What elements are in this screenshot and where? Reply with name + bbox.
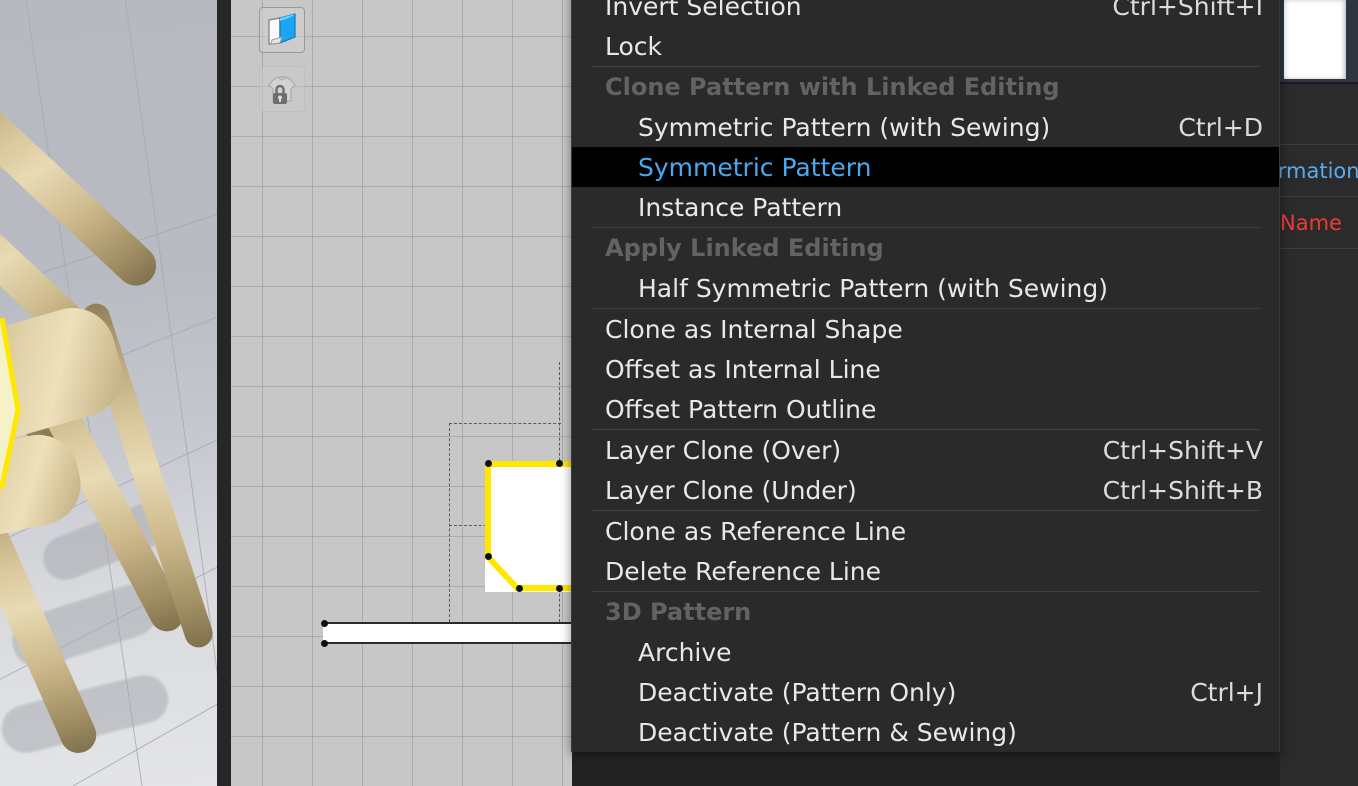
menu-item-label: Clone as Reference Line (605, 516, 907, 546)
2d-pattern-viewport[interactable] (231, 0, 572, 786)
menu-item-clone-as-internal-shape[interactable]: Clone as Internal Shape (572, 309, 1279, 349)
menu-item-label: Offset as Internal Line (605, 354, 881, 384)
selection-bbox-line (449, 423, 561, 424)
menu-item-offset-as-internal-line[interactable]: Offset as Internal Line (572, 349, 1279, 389)
pattern-outline (485, 461, 572, 591)
menu-item-shortcut: Ctrl+J (1190, 677, 1263, 707)
menu-item-label: Layer Clone (Under) (605, 475, 857, 505)
selected-pattern-piece[interactable] (485, 461, 572, 592)
menu-item-archive[interactable]: Archive (572, 632, 1279, 672)
menu-item-clone-as-reference-line[interactable]: Clone as Reference Line (572, 511, 1279, 551)
menu-item-symmetric-pattern[interactable]: Symmetric Pattern (572, 147, 1279, 187)
menu-item-layer-clone-over[interactable]: Layer Clone (Over) Ctrl+Shift+V (572, 430, 1279, 470)
pattern-vertex[interactable] (485, 460, 492, 467)
menu-item-lock[interactable]: Lock (572, 26, 1279, 66)
information-section-label: Information (1280, 158, 1358, 183)
property-list: Information Name (1280, 82, 1358, 786)
pattern-vertex[interactable] (556, 460, 563, 467)
menu-item-invert-selection[interactable]: Invert Selection Ctrl+Shift+I (572, 0, 1279, 26)
toolbar-lock-pattern-button[interactable] (259, 66, 305, 112)
menu-item-shortcut: Ctrl+Shift+B (1102, 475, 1263, 505)
menu-item-label: Layer Clone (Over) (605, 435, 842, 465)
menu-section-header: Apply Linked Editing (605, 234, 884, 262)
pattern-context-menu[interactable]: Invert Selection Ctrl+Shift+I Lock Clone Pa… (571, 0, 1280, 752)
menu-item-offset-pattern-outline[interactable]: Offset Pattern Outline (572, 389, 1279, 429)
menu-section-header: 3D Pattern (605, 598, 752, 626)
menu-item-label: Deactivate (Pattern Only) (638, 677, 957, 707)
selection-bbox-line (449, 423, 450, 627)
menu-item-label: Clone as Internal Shape (605, 314, 903, 344)
strip-pattern-piece[interactable] (323, 622, 572, 644)
property-row-next[interactable] (1280, 248, 1358, 300)
menu-item-deactivate-pattern-only[interactable]: Deactivate (Pattern Only) Ctrl+J (572, 672, 1279, 712)
pattern-vertex[interactable] (321, 640, 328, 647)
menu-item-deactivate-pattern-sewing[interactable]: Deactivate (Pattern & Sewing) (572, 712, 1279, 752)
menu-item-label: Symmetric Pattern (with Sewing) (638, 112, 1051, 142)
pattern-vertex[interactable] (321, 620, 328, 627)
property-row-name[interactable]: Name (1280, 196, 1358, 248)
menu-item-label: Archive (638, 637, 732, 667)
menu-item-symmetric-pattern-with-sewing[interactable]: Symmetric Pattern (with Sewing) Ctrl+D (572, 107, 1279, 147)
menu-section-header: Clone Pattern with Linked Editing (605, 73, 1060, 101)
pattern-vertex[interactable] (485, 553, 492, 560)
property-row-information-label[interactable]: Information (1280, 144, 1358, 196)
menu-item-half-symmetric-pattern-with-sewing[interactable]: Half Symmetric Pattern (with Sewing) (572, 268, 1279, 308)
right-property-panel: Information Name (1280, 0, 1358, 786)
application-window: Information Name Invert Selection Ctrl+Sh… (0, 0, 1358, 786)
viewport-divider[interactable] (217, 0, 231, 786)
menu-item-label: Invert Selection (605, 0, 802, 21)
menu-item-shortcut: Ctrl+D (1178, 112, 1263, 142)
pattern-grid (231, 0, 572, 786)
property-row-information[interactable] (1280, 84, 1358, 144)
selected-pattern-3d[interactable] (0, 318, 90, 528)
menu-item-label: Lock (605, 31, 663, 61)
pattern-vertex[interactable] (516, 585, 523, 592)
3d-garment-viewport[interactable] (0, 0, 217, 786)
menu-item-shortcut: Ctrl+Shift+I (1112, 0, 1263, 21)
pattern-thumbnail[interactable] (1284, 0, 1346, 79)
pattern-vertex[interactable] (556, 585, 563, 592)
menu-item-label: Instance Pattern (638, 192, 843, 222)
menu-item-label: Symmetric Pattern (638, 152, 872, 182)
fold-book-icon (268, 13, 296, 45)
menu-item-delete-reference-line[interactable]: Delete Reference Line (572, 551, 1279, 591)
menu-item-label: Offset Pattern Outline (605, 394, 877, 424)
menu-item-label: Delete Reference Line (605, 556, 882, 586)
menu-item-instance-pattern[interactable]: Instance Pattern (572, 187, 1279, 227)
toolbar-fold-arrangement-button[interactable] (259, 7, 305, 53)
menu-item-shortcut: Ctrl+Shift+V (1102, 435, 1263, 465)
tshirt-lock-icon (268, 76, 296, 104)
menu-item-layer-clone-under[interactable]: Layer Clone (Under) Ctrl+Shift+B (572, 470, 1279, 510)
menu-item-label: Half Symmetric Pattern (with Sewing) (638, 273, 1109, 303)
name-property-label: Name (1280, 210, 1342, 235)
menu-item-label: Deactivate (Pattern & Sewing) (638, 717, 1017, 747)
